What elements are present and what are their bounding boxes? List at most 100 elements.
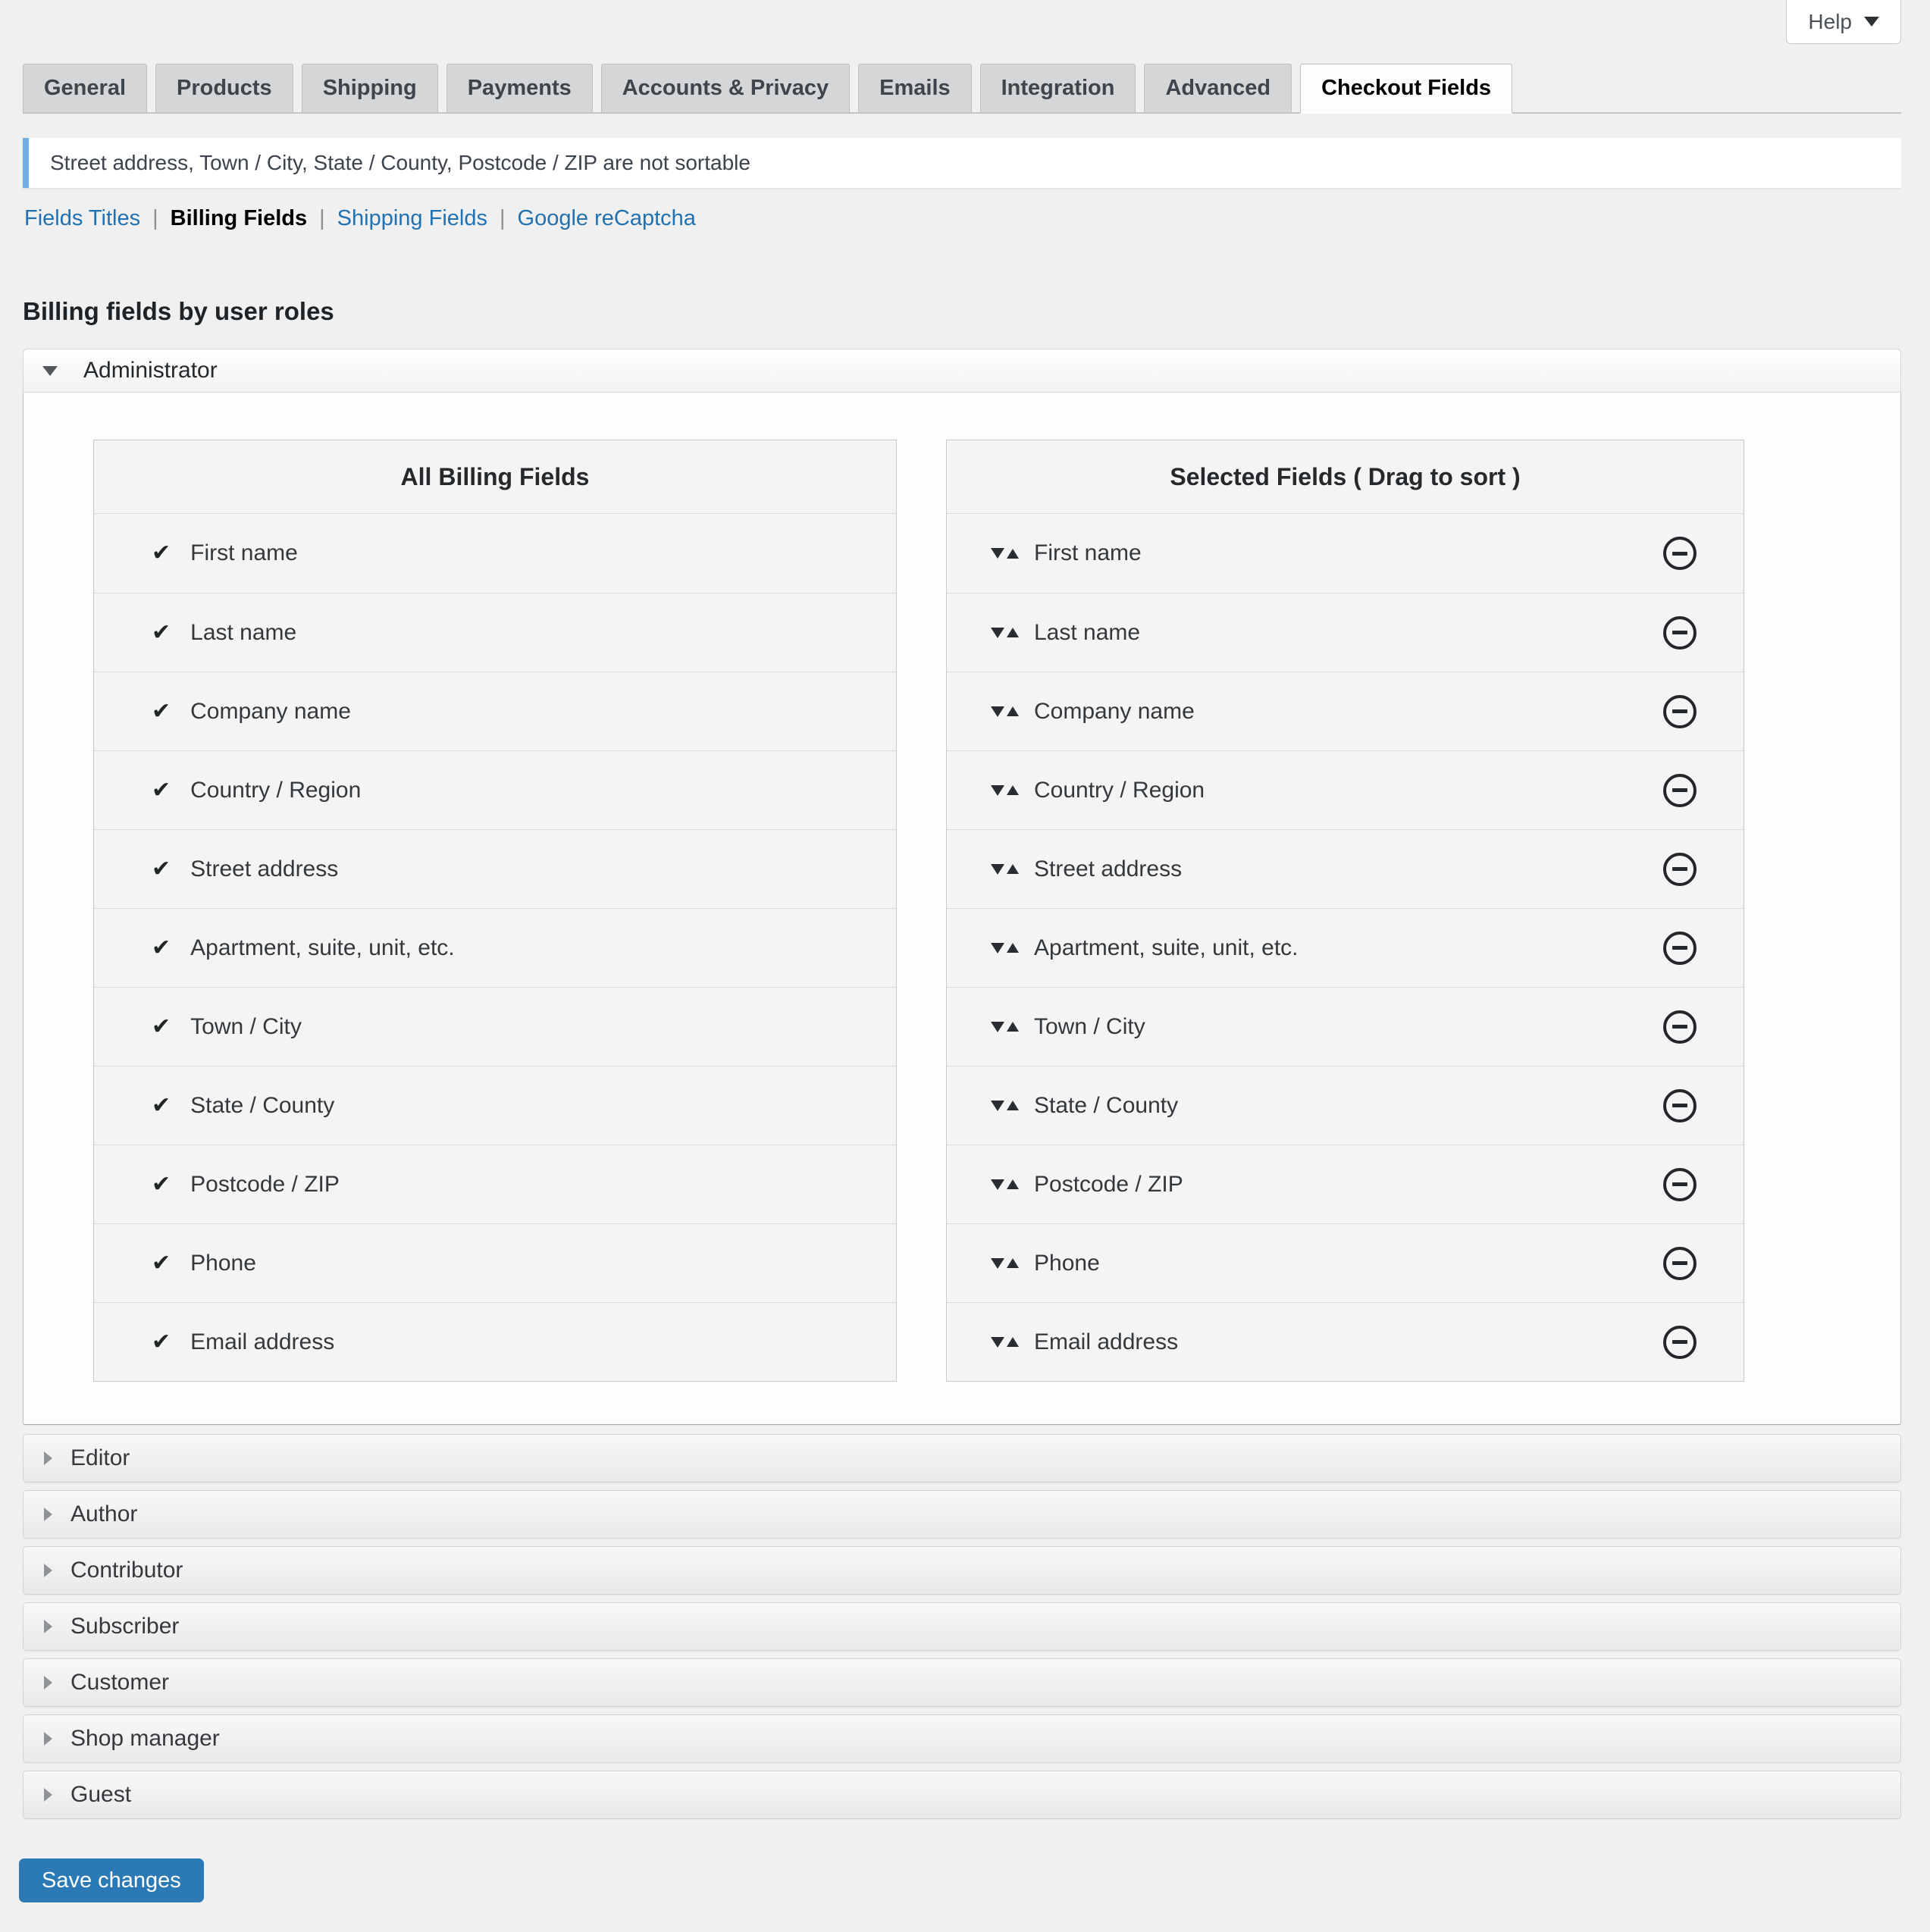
triangle-down-icon	[991, 1258, 1004, 1269]
field-label: Town / City	[190, 1014, 302, 1040]
accordion-header-customer[interactable]: Customer	[23, 1658, 1901, 1707]
field-label: Postcode / ZIP	[1034, 1172, 1183, 1198]
all-field-row-country-region[interactable]: ✔Country / Region	[94, 750, 896, 829]
tab-products[interactable]: Products	[155, 64, 293, 114]
chevron-right-icon	[44, 1676, 52, 1689]
triangle-down-icon	[991, 1022, 1004, 1032]
tab-integration[interactable]: Integration	[980, 64, 1136, 114]
selected-field-row-country-region[interactable]: Country / Region	[947, 750, 1744, 829]
field-label: State / County	[190, 1093, 334, 1119]
selected-field-row-last-name[interactable]: Last name	[947, 593, 1744, 672]
minus-bar	[1672, 1340, 1687, 1344]
selected-field-row-email-address[interactable]: Email address	[947, 1302, 1744, 1381]
drag-sort-icon[interactable]	[991, 1337, 1019, 1348]
accordion-header-administrator[interactable]: Administrator	[23, 349, 1901, 393]
subnav-link-google-recaptcha[interactable]: Google reCaptcha	[518, 206, 696, 230]
remove-field-icon[interactable]	[1663, 537, 1697, 570]
selected-field-row-town-city[interactable]: Town / City	[947, 987, 1744, 1066]
all-field-row-apartment-suite-unit-etc[interactable]: ✔Apartment, suite, unit, etc.	[94, 908, 896, 987]
drag-sort-icon[interactable]	[991, 943, 1019, 953]
drag-sort-icon[interactable]	[991, 864, 1019, 875]
remove-field-icon[interactable]	[1663, 774, 1697, 807]
tab-checkout-fields[interactable]: Checkout Fields	[1300, 64, 1512, 114]
settings-tab-bar: GeneralProductsShippingPaymentsAccounts …	[23, 64, 1901, 114]
remove-field-icon[interactable]	[1663, 1247, 1697, 1280]
accordion-header-author[interactable]: Author	[23, 1490, 1901, 1539]
help-label: Help	[1808, 10, 1852, 34]
tab-advanced[interactable]: Advanced	[1144, 64, 1292, 114]
all-field-row-first-name[interactable]: ✔First name	[94, 514, 896, 593]
accordion-header-shop-manager[interactable]: Shop manager	[23, 1714, 1901, 1763]
selected-field-row-first-name[interactable]: First name	[947, 514, 1744, 593]
drag-sort-icon[interactable]	[991, 785, 1019, 796]
tab-accounts-privacy[interactable]: Accounts & Privacy	[601, 64, 850, 114]
chevron-right-icon	[44, 1451, 52, 1465]
all-field-row-state-county[interactable]: ✔State / County	[94, 1066, 896, 1144]
selected-field-row-apartment-suite-unit-etc[interactable]: Apartment, suite, unit, etc.	[947, 908, 1744, 987]
remove-field-icon[interactable]	[1663, 616, 1697, 650]
remove-field-icon[interactable]	[1663, 932, 1697, 965]
minus-bar	[1672, 709, 1687, 713]
save-changes-button[interactable]: Save changes	[19, 1858, 204, 1902]
accordion-header-editor[interactable]: Editor	[23, 1434, 1901, 1483]
check-icon: ✔	[152, 1173, 171, 1196]
field-label: Email address	[190, 1329, 334, 1355]
remove-field-icon[interactable]	[1663, 1168, 1697, 1201]
chevron-right-icon	[44, 1508, 52, 1521]
subnav: Fields Titles|Billing Fields|Shipping Fi…	[24, 206, 696, 231]
selected-field-row-phone[interactable]: Phone	[947, 1223, 1744, 1302]
role-label: Editor	[70, 1445, 130, 1471]
all-field-row-town-city[interactable]: ✔Town / City	[94, 987, 896, 1066]
tab-shipping[interactable]: Shipping	[302, 64, 438, 114]
tab-emails[interactable]: Emails	[858, 64, 972, 114]
selected-field-row-state-county[interactable]: State / County	[947, 1066, 1744, 1144]
accordion-header-contributor[interactable]: Contributor	[23, 1546, 1901, 1595]
page-title: Billing fields by user roles	[23, 297, 334, 326]
drag-sort-icon[interactable]	[991, 1101, 1019, 1111]
drag-sort-icon[interactable]	[991, 548, 1019, 559]
accordion-header-subscriber[interactable]: Subscriber	[23, 1602, 1901, 1651]
role-label: Guest	[70, 1782, 131, 1808]
remove-field-icon[interactable]	[1663, 695, 1697, 728]
subnav-link-fields-titles[interactable]: Fields Titles	[24, 206, 140, 230]
all-field-row-street-address[interactable]: ✔Street address	[94, 829, 896, 908]
role-label: Author	[70, 1501, 137, 1527]
field-label: Street address	[190, 856, 338, 882]
remove-field-icon[interactable]	[1663, 1010, 1697, 1044]
drag-sort-icon[interactable]	[991, 1022, 1019, 1032]
drag-sort-icon[interactable]	[991, 628, 1019, 638]
triangle-up-icon	[1007, 1022, 1019, 1032]
triangle-up-icon	[1007, 1101, 1019, 1110]
minus-bar	[1672, 552, 1687, 556]
minus-bar	[1672, 1025, 1687, 1029]
check-icon: ✔	[152, 1252, 171, 1275]
notice-banner: Street address, Town / City, State / Cou…	[23, 138, 1901, 188]
all-field-row-last-name[interactable]: ✔Last name	[94, 593, 896, 672]
drag-sort-icon[interactable]	[991, 1179, 1019, 1190]
subnav-separator: |	[152, 206, 158, 230]
all-field-row-email-address[interactable]: ✔Email address	[94, 1302, 896, 1381]
remove-field-icon[interactable]	[1663, 853, 1697, 886]
drag-sort-icon[interactable]	[991, 706, 1019, 717]
remove-field-icon[interactable]	[1663, 1326, 1697, 1359]
tab-payments[interactable]: Payments	[446, 64, 593, 114]
tab-general[interactable]: General	[23, 64, 147, 114]
remove-field-icon[interactable]	[1663, 1089, 1697, 1123]
selected-field-row-street-address[interactable]: Street address	[947, 829, 1744, 908]
triangle-up-icon	[1007, 1337, 1019, 1347]
drag-sort-icon[interactable]	[991, 1258, 1019, 1269]
minus-bar	[1672, 1104, 1687, 1107]
chevron-right-icon	[44, 1732, 52, 1746]
selected-field-row-postcode-zip[interactable]: Postcode / ZIP	[947, 1144, 1744, 1223]
accordion-header-guest[interactable]: Guest	[23, 1771, 1901, 1819]
selected-field-row-company-name[interactable]: Company name	[947, 672, 1744, 750]
field-label: Postcode / ZIP	[190, 1172, 340, 1198]
all-field-row-postcode-zip[interactable]: ✔ Postcode / ZIP	[94, 1144, 896, 1223]
all-field-row-company-name[interactable]: ✔Company name	[94, 672, 896, 750]
help-button[interactable]: Help	[1786, 0, 1901, 44]
triangle-down-icon	[991, 1179, 1004, 1190]
all-field-row-phone[interactable]: ✔Phone	[94, 1223, 896, 1302]
all-billing-fields-table: All Billing Fields ✔First name✔Last name…	[93, 440, 897, 1382]
chevron-right-icon	[44, 1788, 52, 1802]
subnav-link-shipping-fields[interactable]: Shipping Fields	[337, 206, 487, 230]
